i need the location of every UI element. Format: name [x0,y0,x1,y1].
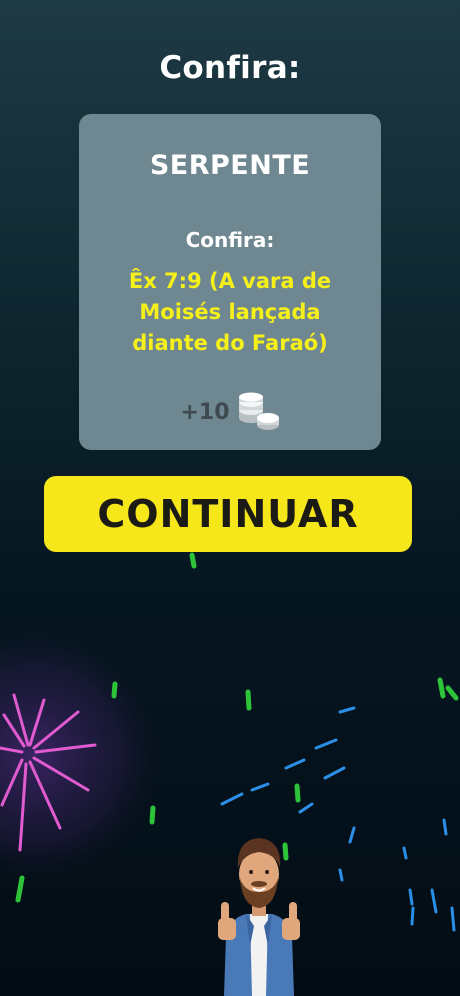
bible-reference: Êx 7:9 (A vara de Moisés lançada diante … [128,269,332,355]
answer-text: SERPENTE [149,150,311,181]
page-title: Confira: [159,50,301,86]
reward-row: +10 [79,392,381,432]
answer-card: SERPENTE Confira: Êx 7:9 (A vara de Mois… [79,114,381,450]
coins-icon [238,392,279,430]
reward-amount: +10 [180,399,230,425]
continue-button[interactable]: CONTINUAR [44,476,412,552]
mascot-thumbs-up [218,838,300,996]
card-subheading: Confira: [185,228,275,252]
